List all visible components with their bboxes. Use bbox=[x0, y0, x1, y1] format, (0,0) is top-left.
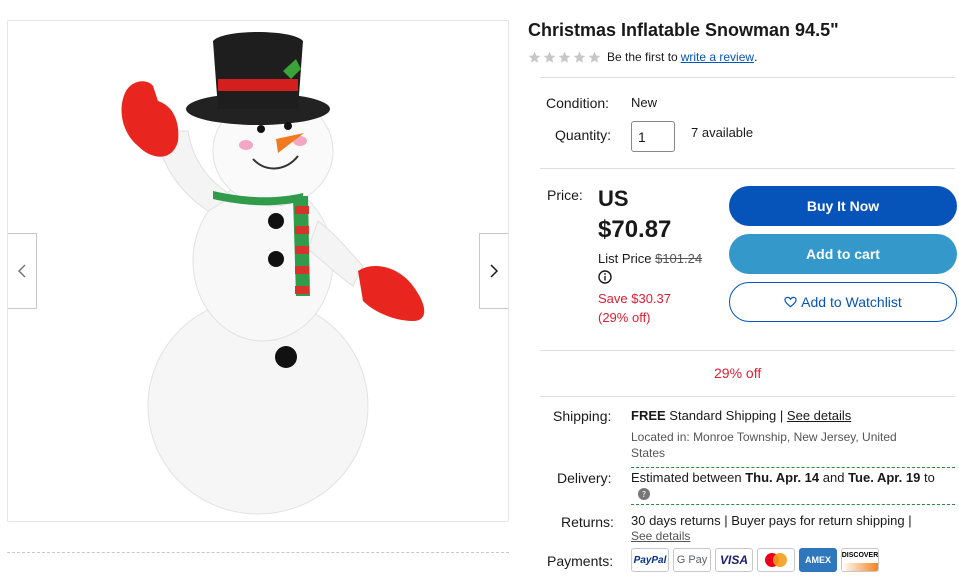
payment-methods: PayPal G Pay VISA AMEX DISCOVER bbox=[631, 548, 879, 572]
delivery-to: to bbox=[923, 470, 935, 485]
payments-label: Payments: bbox=[547, 553, 614, 569]
delivery-divider bbox=[631, 504, 955, 505]
divider bbox=[540, 77, 955, 78]
star-icon bbox=[528, 51, 541, 63]
list-price: List Price $101.24 bbox=[598, 251, 702, 266]
list-price-label: List Price bbox=[598, 251, 652, 266]
question-icon[interactable]: ? bbox=[638, 488, 650, 500]
price-currency: US bbox=[598, 186, 629, 211]
rating-stars bbox=[528, 51, 601, 64]
shipping-info: FREE Standard Shipping | See details bbox=[631, 408, 851, 423]
product-image-snowman[interactable] bbox=[8, 21, 508, 521]
discount-banner: 29% off bbox=[714, 365, 762, 381]
condition-label: Condition: bbox=[546, 95, 610, 111]
shipping-label: Shipping: bbox=[553, 408, 612, 424]
price-label: Price: bbox=[547, 187, 583, 203]
buy-it-now-button[interactable]: Buy It Now bbox=[729, 186, 957, 226]
condition-value: New bbox=[631, 95, 658, 110]
mastercard-logo bbox=[757, 548, 795, 572]
item-location: Located in: Monroe Township, New Jersey,… bbox=[631, 429, 931, 461]
divider bbox=[540, 350, 955, 351]
star-icon bbox=[558, 51, 571, 63]
savings-amount: Save $30.37 bbox=[598, 291, 672, 306]
review-suffix: . bbox=[754, 50, 758, 64]
paypal-logo: PayPal bbox=[631, 548, 669, 572]
divider bbox=[540, 168, 955, 169]
returns-label: Returns: bbox=[561, 514, 614, 530]
returns-see-details-link[interactable]: See details bbox=[631, 529, 690, 543]
add-to-watchlist-button[interactable]: Add to Watchlist bbox=[729, 282, 957, 322]
star-icon bbox=[573, 51, 586, 63]
located-in-label: Located in: bbox=[631, 430, 690, 444]
watchlist-label: Add to Watchlist bbox=[801, 294, 902, 310]
delivery-and: and bbox=[822, 470, 845, 485]
price-value: $70.87 bbox=[598, 216, 672, 243]
svg-text:?: ? bbox=[642, 490, 646, 499]
shipping-see-details-link[interactable]: See details bbox=[787, 408, 851, 423]
delivery-date-end: Tue. Apr. 19 bbox=[848, 470, 921, 485]
amex-logo: AMEX bbox=[799, 548, 837, 572]
add-to-cart-button[interactable]: Add to cart bbox=[729, 234, 957, 274]
visa-logo: VISA bbox=[715, 548, 753, 572]
image-panel-divider bbox=[7, 552, 509, 553]
star-icon bbox=[543, 51, 556, 63]
info-icon[interactable] bbox=[598, 270, 612, 284]
delivery-divider bbox=[631, 467, 955, 468]
review-prompt: Be the first to bbox=[607, 50, 678, 64]
previous-image-button[interactable] bbox=[8, 233, 37, 309]
star-icon bbox=[588, 51, 601, 63]
delivery-estimated: Estimated between bbox=[631, 470, 742, 485]
heart-icon bbox=[784, 296, 797, 308]
savings-percent: (29% off) bbox=[598, 310, 651, 325]
delivery-date-start: Thu. Apr. 14 bbox=[745, 470, 820, 485]
chevron-right-icon bbox=[490, 264, 499, 278]
savings: Save $30.37 (29% off) bbox=[598, 289, 671, 327]
shipping-free: FREE bbox=[631, 408, 666, 423]
quantity-label: Quantity: bbox=[555, 127, 612, 143]
delivery-estimate: Estimated between Thu. Apr. 14 and Tue. … bbox=[631, 470, 935, 485]
shipping-method: Standard Shipping bbox=[669, 408, 777, 423]
quantity-input[interactable] bbox=[631, 121, 675, 152]
discover-logo: DISCOVER bbox=[841, 548, 879, 572]
returns-policy: 30 days returns | Buyer pays for return … bbox=[631, 513, 912, 528]
list-price-value: $101.24 bbox=[655, 251, 703, 266]
chevron-left-icon bbox=[17, 264, 26, 278]
delivery-label: Delivery: bbox=[557, 470, 612, 486]
next-image-button[interactable] bbox=[479, 233, 508, 309]
available-count: 7 available bbox=[691, 125, 754, 140]
divider bbox=[540, 396, 955, 397]
shipping-separator: | bbox=[779, 408, 784, 423]
write-review-link[interactable]: write a review bbox=[681, 50, 754, 64]
product-title: Christmas Inflatable Snowman 94.5" bbox=[528, 20, 839, 40]
google-pay-logo: G Pay bbox=[673, 548, 711, 572]
product-image-panel[interactable] bbox=[7, 20, 509, 522]
rating-row: Be the first to write a review . bbox=[528, 50, 757, 64]
